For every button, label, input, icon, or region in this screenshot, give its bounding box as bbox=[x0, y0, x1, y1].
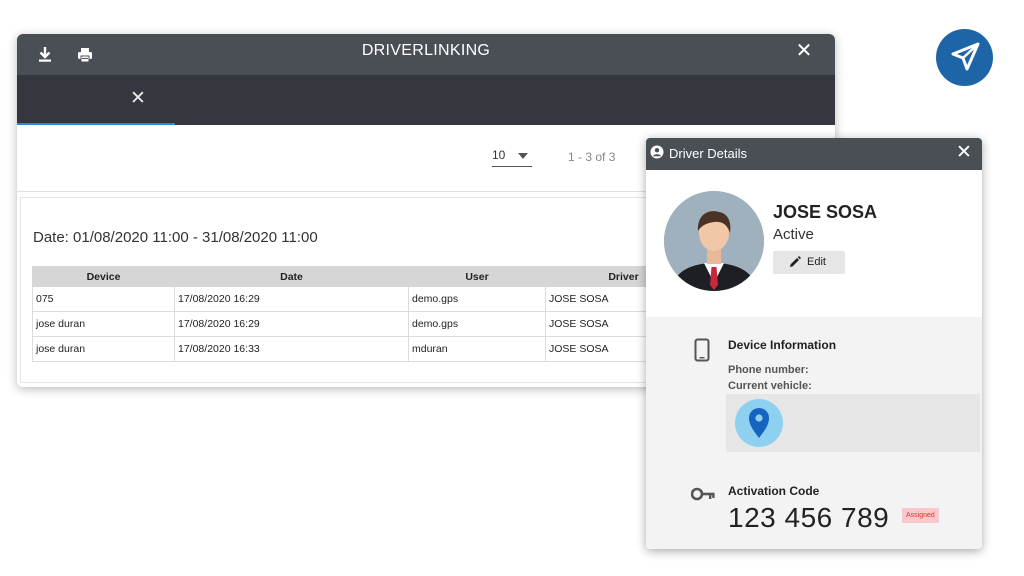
column-header-user[interactable]: User bbox=[408, 266, 546, 287]
table-row[interactable]: jose duran 17/08/2020 16:29 demo.gps JOS… bbox=[32, 311, 702, 337]
activation-code-title: Activation Code bbox=[728, 484, 820, 498]
table-row[interactable]: 075 17/08/2020 16:29 demo.gps JOSE SOSA bbox=[32, 286, 702, 312]
close-icon[interactable]: ✕ bbox=[793, 40, 815, 62]
table-row[interactable]: jose duran 17/08/2020 16:33 mduran JOSE … bbox=[32, 336, 702, 362]
tab-report[interactable]: ✕ bbox=[17, 75, 175, 125]
device-info-section: Device Information Phone number: Current… bbox=[646, 317, 982, 549]
activation-code-value: 123 456 789 bbox=[728, 502, 890, 533]
phone-number-label: Phone number: bbox=[728, 364, 809, 376]
cell-device: 075 bbox=[32, 286, 175, 312]
edit-button[interactable]: Edit bbox=[773, 251, 845, 274]
window-titlebar: DRIVERLINKING ✕ bbox=[17, 34, 835, 75]
map-pin-icon bbox=[734, 398, 784, 448]
cell-date: 17/08/2020 16:29 bbox=[174, 311, 409, 337]
pager-range: 1 - 3 of 3 bbox=[568, 150, 616, 164]
column-header-date[interactable]: Date bbox=[174, 266, 409, 287]
cell-user: demo.gps bbox=[408, 311, 546, 337]
page-size-value: 10 bbox=[492, 148, 506, 162]
vehicle-location-box[interactable] bbox=[726, 394, 980, 452]
column-header-device[interactable]: Device bbox=[32, 266, 175, 287]
cell-date: 17/08/2020 16:29 bbox=[174, 286, 409, 312]
send-arrow-icon bbox=[951, 42, 980, 71]
edit-button-label: Edit bbox=[807, 256, 826, 268]
report-date-range: Date: 01/08/2020 11:00 - 31/08/2020 11:0… bbox=[33, 229, 318, 246]
status-badge: Assigned bbox=[902, 508, 939, 523]
tab-close-icon[interactable]: ✕ bbox=[127, 88, 149, 110]
driver-details-panel: Driver Details ✕ JOSE SOSA Active Edit D… bbox=[646, 138, 982, 549]
cell-date: 17/08/2020 16:33 bbox=[174, 336, 409, 362]
driver-avatar bbox=[664, 191, 764, 291]
key-icon bbox=[690, 487, 715, 501]
table-header-row: Device Date User Driver bbox=[32, 266, 702, 287]
driver-status: Active bbox=[773, 226, 814, 243]
cell-user: demo.gps bbox=[408, 286, 546, 312]
cell-device: jose duran bbox=[32, 336, 175, 362]
driver-details-title: Driver Details bbox=[669, 146, 748, 161]
chevron-down-icon bbox=[518, 153, 528, 159]
user-circle-icon bbox=[650, 145, 664, 159]
pencil-icon bbox=[789, 256, 801, 268]
phone-icon bbox=[694, 338, 710, 362]
page-size-select[interactable]: 10 bbox=[492, 146, 532, 167]
driver-name: JOSE SOSA bbox=[773, 202, 878, 222]
close-icon[interactable]: ✕ bbox=[954, 142, 974, 164]
current-vehicle-label: Current vehicle: bbox=[728, 380, 812, 392]
cell-user: mduran bbox=[408, 336, 546, 362]
cell-device: jose duran bbox=[32, 311, 175, 337]
window-title: DRIVERLINKING bbox=[361, 42, 491, 59]
device-info-title: Device Information bbox=[728, 338, 837, 352]
driver-details-header: Driver Details ✕ bbox=[646, 138, 982, 170]
tab-bar: ✕ bbox=[17, 75, 835, 125]
report-table: Device Date User Driver 075 17/08/2020 1… bbox=[32, 266, 702, 362]
navigation-button[interactable] bbox=[936, 29, 993, 86]
